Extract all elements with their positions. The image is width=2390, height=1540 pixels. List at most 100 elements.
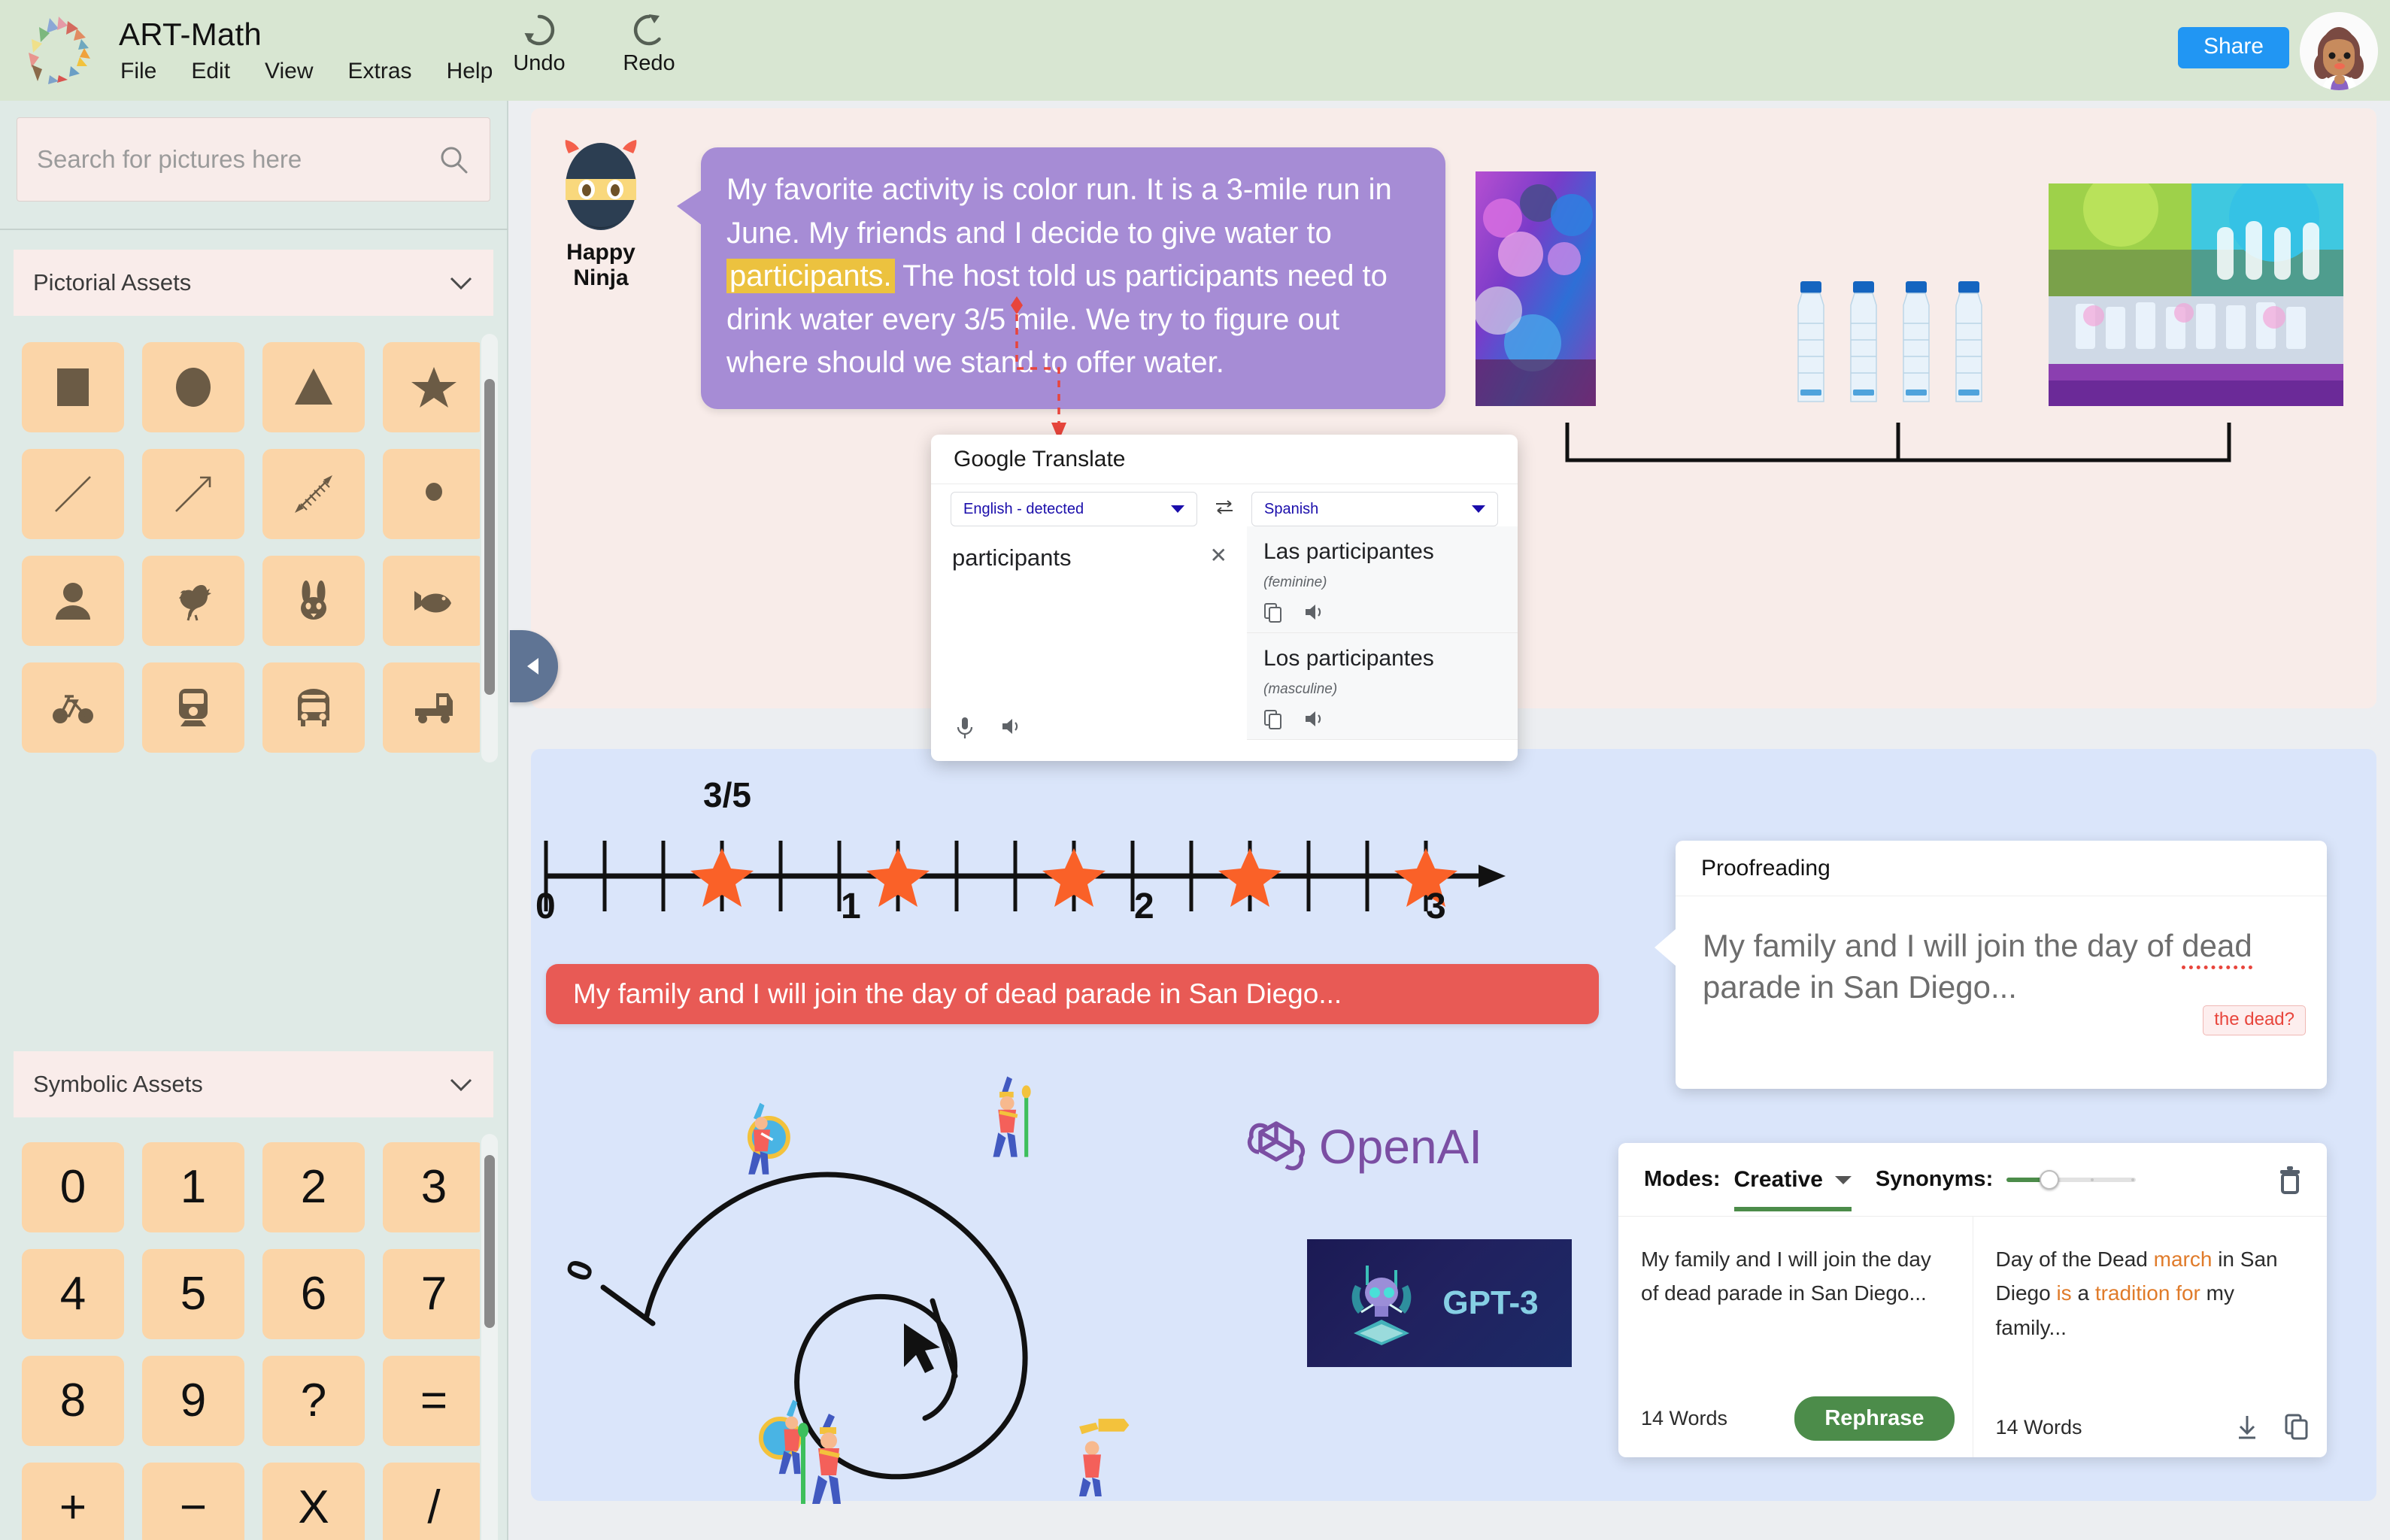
- undo-button[interactable]: Undo: [505, 11, 573, 76]
- synonyms-slider[interactable]: [2006, 1169, 2137, 1190]
- menu-item-file[interactable]: File: [120, 59, 156, 84]
- asset-tile[interactable]: [134, 334, 253, 441]
- translation-result-masculine[interactable]: Los participantes (masculine): [1247, 633, 1518, 741]
- asset-tile[interactable]: [375, 547, 480, 654]
- openai-logo-block[interactable]: OpenAI: [1244, 1113, 1582, 1181]
- translate-title: Google Translate: [954, 446, 1126, 471]
- asset-tile[interactable]: [14, 761, 132, 762]
- scrollbar-thumb[interactable]: [484, 379, 495, 695]
- delete-button[interactable]: [2277, 1166, 2303, 1198]
- number-line[interactable]: [534, 775, 1519, 985]
- asset-tile[interactable]: [14, 441, 132, 547]
- red-sentence-banner[interactable]: My family and I will join the day of dea…: [546, 964, 1599, 1024]
- proof-flagged-word[interactable]: dead: [2182, 928, 2252, 969]
- asset-tile[interactable]: [14, 334, 132, 441]
- bubble-highlight-word[interactable]: participants.: [726, 259, 895, 294]
- copy-icon[interactable]: [2285, 1414, 2309, 1441]
- result-seg6-orange[interactable]: tradition for: [2095, 1281, 2200, 1305]
- menu-item-view[interactable]: View: [265, 59, 313, 84]
- proof-text-before: My family and I will join the day of: [1703, 928, 2182, 963]
- asset-tile[interactable]: [375, 761, 480, 762]
- slider-knob[interactable]: [2040, 1169, 2060, 1190]
- asset-tile[interactable]: 3: [375, 1134, 480, 1241]
- google-translate-popup[interactable]: Google Translate English - detected Span…: [931, 435, 1518, 761]
- asset-tile[interactable]: 9: [134, 1348, 253, 1454]
- chevron-down-icon[interactable]: [448, 1075, 474, 1093]
- speaker-icon[interactable]: [1304, 709, 1325, 729]
- happy-ninja-avatar[interactable]: Happy Ninja: [538, 137, 663, 291]
- search-icon[interactable]: [437, 143, 470, 176]
- scrollbar-thumb[interactable]: [484, 1155, 495, 1328]
- proofreading-suggestion-chip[interactable]: the dead?: [2203, 1005, 2306, 1035]
- download-icon[interactable]: [2235, 1414, 2259, 1441]
- user-avatar[interactable]: [2300, 12, 2378, 90]
- asset-tile[interactable]: 6: [254, 1241, 373, 1348]
- canvas-sketch-drawing[interactable]: 0: [557, 1075, 1203, 1496]
- section-header-pictorial[interactable]: Pictorial Assets: [14, 250, 493, 316]
- speaker-icon[interactable]: [1000, 716, 1023, 737]
- water-bottles-photo[interactable]: [1787, 277, 2005, 406]
- asset-tile[interactable]: [134, 441, 253, 547]
- color-run-crowd-photo[interactable]: [2049, 171, 2343, 406]
- rephrase-button[interactable]: Rephrase: [1794, 1396, 1955, 1441]
- app-title: ART-Math: [119, 17, 262, 52]
- rephrase-panel[interactable]: Modes: Creative Synonyms: My family and …: [1618, 1143, 2327, 1457]
- color-run-friends-photo[interactable]: [1474, 171, 1596, 406]
- section-header-symbolic[interactable]: Symbolic Assets: [14, 1051, 493, 1117]
- asset-tile[interactable]: 4: [14, 1241, 132, 1348]
- rephrase-result-text: Day of the Dead march in San Diego is a …: [1996, 1242, 2305, 1344]
- asset-tile[interactable]: 7: [375, 1241, 480, 1348]
- speaker-icon[interactable]: [1304, 602, 1325, 622]
- asset-tile[interactable]: [134, 547, 253, 654]
- asset-tile[interactable]: 2: [254, 1134, 373, 1241]
- asset-tile[interactable]: [14, 547, 132, 654]
- asset-tile[interactable]: 8: [14, 1348, 132, 1454]
- asset-tile[interactable]: [375, 334, 480, 441]
- result-seg4-orange[interactable]: is: [2056, 1281, 2071, 1305]
- source-language-select[interactable]: English - detected: [951, 492, 1197, 526]
- swap-languages-button[interactable]: [1208, 498, 1241, 521]
- asset-tile[interactable]: [14, 654, 132, 761]
- result-seg2-orange[interactable]: march: [2154, 1247, 2213, 1271]
- asset-tile[interactable]: [134, 654, 253, 761]
- asset-tile[interactable]: [254, 441, 373, 547]
- asset-tile[interactable]: 5: [134, 1241, 253, 1348]
- asset-tile[interactable]: [254, 654, 373, 761]
- asset-tile[interactable]: [254, 761, 373, 762]
- asset-tile[interactable]: ?: [254, 1348, 373, 1454]
- asset-tile[interactable]: [375, 654, 480, 761]
- proofreading-panel[interactable]: Proofreading My family and I will join t…: [1654, 841, 2327, 1089]
- translate-source-pane[interactable]: participants ✕: [931, 526, 1247, 752]
- translation-result-feminine[interactable]: Las participantes (feminine): [1247, 526, 1518, 634]
- close-icon[interactable]: ✕: [1210, 543, 1227, 568]
- pictorial-scrollbar[interactable]: [481, 334, 498, 762]
- menu-item-edit[interactable]: Edit: [191, 59, 230, 84]
- asset-tile[interactable]: X: [254, 1454, 373, 1540]
- search-input[interactable]: Search for pictures here: [17, 117, 490, 202]
- asset-tile[interactable]: [254, 547, 373, 654]
- mode-select[interactable]: Creative: [1733, 1167, 1852, 1211]
- result-actions: [2235, 1414, 2309, 1441]
- menu-item-help[interactable]: Help: [447, 59, 493, 84]
- target-language-select[interactable]: Spanish: [1251, 492, 1498, 526]
- symbolic-asset-scroll[interactable]: 0 1 2 3 4 5 6 7 8 9 ? = + − X /: [14, 1134, 480, 1540]
- asset-tile[interactable]: /: [375, 1454, 480, 1540]
- asset-tile[interactable]: −: [134, 1454, 253, 1540]
- pictorial-asset-scroll[interactable]: [14, 334, 480, 762]
- symbolic-scrollbar[interactable]: [481, 1134, 498, 1540]
- chevron-down-icon[interactable]: [448, 274, 474, 292]
- asset-tile[interactable]: =: [375, 1348, 480, 1454]
- asset-tile[interactable]: [134, 761, 253, 762]
- share-button[interactable]: Share: [2177, 27, 2289, 68]
- microphone-icon[interactable]: [955, 716, 975, 740]
- asset-tile[interactable]: [254, 334, 373, 441]
- asset-tile[interactable]: 1: [134, 1134, 253, 1241]
- copy-icon[interactable]: [1263, 602, 1283, 623]
- asset-tile[interactable]: [375, 441, 480, 547]
- redo-button[interactable]: Redo: [615, 11, 683, 76]
- menu-item-extras[interactable]: Extras: [348, 59, 412, 84]
- asset-tile[interactable]: +: [14, 1454, 132, 1540]
- copy-icon[interactable]: [1263, 709, 1283, 730]
- asset-tile[interactable]: 0: [14, 1134, 132, 1241]
- gpt3-card[interactable]: GPT-3: [1307, 1239, 1572, 1367]
